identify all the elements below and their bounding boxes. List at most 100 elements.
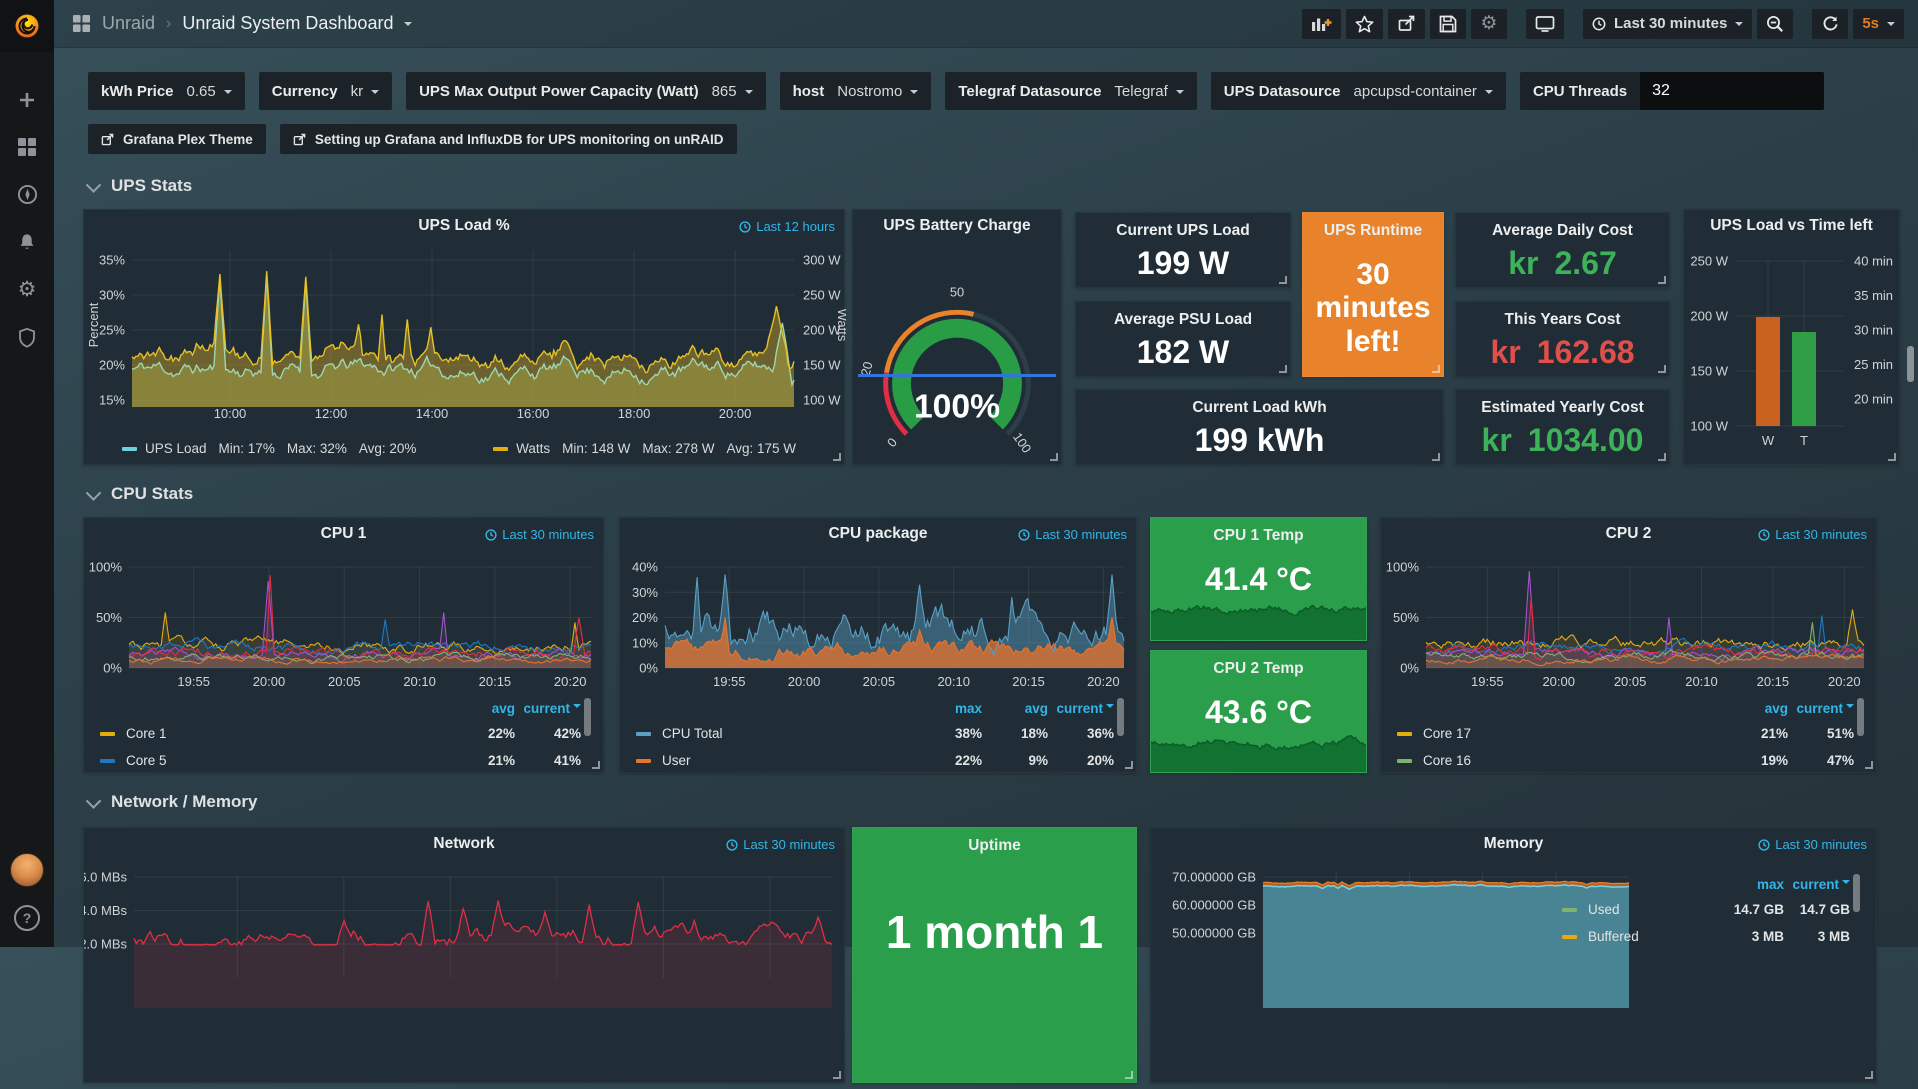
variable-value-dropdown[interactable]: 865 (712, 83, 753, 100)
refresh-interval-dropdown[interactable]: 5s (1853, 9, 1904, 39)
variable-input[interactable] (1640, 72, 1824, 110)
svg-text:35 min: 35 min (1854, 288, 1893, 303)
legend-sort-header[interactable]: avg (1025, 701, 1048, 716)
svg-text:50%: 50% (1393, 610, 1419, 625)
stat-value: 43.6 °C (1151, 678, 1366, 772)
legend-row[interactable]: User22%9%20% (634, 747, 1114, 774)
legend-row[interactable]: CPU Total38%18%36% (634, 720, 1114, 747)
breadcrumb: Unraid › Unraid System Dashboard (72, 13, 412, 34)
legend-item[interactable]: WattsMin: 148 WMax: 278 WAvg: 175 W (493, 441, 796, 456)
zoom-out-button[interactable] (1757, 9, 1793, 39)
legend-scrollbar[interactable] (1857, 698, 1864, 736)
star-button[interactable] (1346, 9, 1383, 39)
svg-text:100%: 100% (914, 388, 1000, 425)
dashboard-link[interactable]: Setting up Grafana and InfluxDB for UPS … (280, 124, 737, 154)
time-range-button[interactable]: Last 30 minutes (1583, 9, 1752, 39)
time-range-label[interactable]: Last 30 minutes (485, 527, 594, 542)
configuration-gear-icon[interactable]: ⚙ (18, 279, 37, 300)
stat-title[interactable]: CPU 2 Temp (1151, 660, 1366, 678)
refresh-button[interactable] (1812, 9, 1848, 39)
stat-ups-runtime: UPS Runtime 30 minutes left! (1302, 212, 1444, 377)
dashboard-link[interactable]: Grafana Plex Theme (88, 124, 266, 154)
memory-chart: 70.000000 GB60.000000 GB50.000000 GB (1151, 828, 1876, 1082)
breadcrumb-app[interactable]: Unraid (102, 13, 155, 34)
stat-title[interactable]: Average Daily Cost (1456, 222, 1669, 240)
variable-value-dropdown[interactable]: Telegraf (1114, 83, 1183, 100)
dashboard-title[interactable]: Unraid System Dashboard (182, 13, 393, 34)
svg-text:20:15: 20:15 (479, 674, 512, 689)
svg-text:14:00: 14:00 (416, 406, 449, 421)
legend-sort-header[interactable]: max (1757, 877, 1784, 892)
grafana-logo-icon[interactable] (0, 0, 54, 52)
legend-sort-header[interactable]: current (523, 701, 581, 716)
time-range-label[interactable]: Last 30 minutes (726, 837, 835, 852)
variable-value-dropdown[interactable]: kr (351, 83, 380, 100)
stat-title[interactable]: UPS Runtime (1303, 222, 1443, 240)
create-plus-icon[interactable] (17, 90, 37, 110)
legend-sort-header[interactable]: current (1796, 701, 1854, 716)
legend-scrollbar[interactable] (1117, 698, 1124, 736)
time-range-label[interactable]: Last 12 hours (739, 219, 835, 234)
stat-title[interactable]: Current UPS Load (1076, 222, 1290, 240)
tv-mode-button[interactable] (1526, 9, 1564, 39)
share-button[interactable] (1388, 9, 1425, 39)
settings-gear-button[interactable]: ⚙ (1471, 9, 1507, 39)
legend-item[interactable]: UPS LoadMin: 17%Max: 32%Avg: 20% (122, 441, 416, 456)
svg-text:20:05: 20:05 (1614, 674, 1647, 689)
legend-row[interactable]: Core 122%42% (98, 720, 581, 747)
stat-title[interactable]: CPU 1 Temp (1151, 527, 1366, 545)
help-icon[interactable]: ? (14, 905, 40, 931)
panel-network: Network Last 30 minutes 6.0 MBs4.0 MBs2.… (83, 827, 845, 1083)
dashbo ards-grid-icon[interactable] (17, 137, 37, 157)
legend-row[interactable]: Core 1619%47% (1395, 747, 1854, 774)
stat-title[interactable]: This Years Cost (1456, 311, 1669, 329)
variable-label: UPS Max Output Power Capacity (Watt) (419, 83, 698, 100)
panel-title[interactable]: UPS Load % (84, 217, 844, 235)
variable-label: kWh Price (101, 83, 174, 100)
stat-average-psu-load: Average PSU Load 182 W (1075, 301, 1291, 377)
top-nav: Unraid › Unraid System Dashboard ⚙ Last … (54, 0, 1918, 48)
dashboard-grid-icon[interactable] (72, 14, 91, 33)
svg-text:60.000000 GB: 60.000000 GB (1172, 898, 1256, 913)
legend-row[interactable]: Core 521%41% (98, 747, 581, 774)
panel-title[interactable]: UPS Battery Charge (853, 217, 1061, 235)
legend-sort-header[interactable]: current (1056, 701, 1114, 716)
alerting-bell-icon[interactable] (17, 232, 37, 252)
variable-value-dropdown[interactable]: 0.65 (187, 83, 232, 100)
stat-title[interactable]: Average PSU Load (1076, 311, 1290, 329)
panel-title[interactable]: UPS Load vs Time left (1684, 217, 1899, 235)
legend-sort-header[interactable]: avg (492, 701, 515, 716)
network-chart: 6.0 MBs4.0 MBs2.0 MBs (84, 828, 844, 1082)
user-avatar[interactable] (10, 853, 44, 887)
variable-value-dropdown[interactable]: Nostromo (837, 83, 918, 100)
explore-compass-icon[interactable] (17, 184, 38, 205)
stat-title[interactable]: Uptime (853, 837, 1136, 855)
chevron-down-icon[interactable] (404, 22, 412, 30)
svg-text:20:10: 20:10 (937, 674, 970, 689)
legend-sort-header[interactable]: max (955, 701, 982, 716)
svg-text:0: 0 (884, 435, 900, 450)
legend-row[interactable]: Buffered3 MB3 MB (1560, 923, 1850, 950)
stat-title[interactable]: Estimated Yearly Cost (1456, 399, 1669, 417)
legend-row[interactable]: Core 1721%51% (1395, 720, 1854, 747)
legend-row[interactable]: Used14.7 GB14.7 GB (1560, 896, 1850, 923)
section-ups-stats[interactable]: UPS Stats (88, 176, 192, 196)
server-admin-shield-icon[interactable] (17, 327, 37, 348)
time-range-label[interactable]: Last 30 minutes (1758, 527, 1867, 542)
time-range-label[interactable]: Last 30 minutes (1018, 527, 1127, 542)
legend-sort-header[interactable]: current (1792, 877, 1850, 892)
legend-scrollbar[interactable] (584, 698, 591, 736)
variable-cpu-threads: CPU Threads (1520, 72, 1824, 110)
legend-scrollbar[interactable] (1853, 874, 1860, 912)
page-scrollbar[interactable] (1907, 346, 1914, 382)
section-network-memory[interactable]: Network / Memory (88, 792, 257, 812)
variable-value-dropdown[interactable]: apcupsd-container (1354, 83, 1493, 100)
section-cpu-stats[interactable]: CPU Stats (88, 484, 193, 504)
legend-sort-header[interactable]: avg (1765, 701, 1788, 716)
add-panel-button[interactable] (1302, 9, 1341, 39)
svg-text:W: W (1762, 433, 1775, 448)
time-range-label[interactable]: Last 30 minutes (1758, 837, 1867, 852)
save-button[interactable] (1430, 9, 1466, 39)
stat-title[interactable]: Current Load kWh (1076, 399, 1443, 417)
stat-average-daily-cost: Average Daily Cost kr2.67 (1455, 212, 1670, 288)
